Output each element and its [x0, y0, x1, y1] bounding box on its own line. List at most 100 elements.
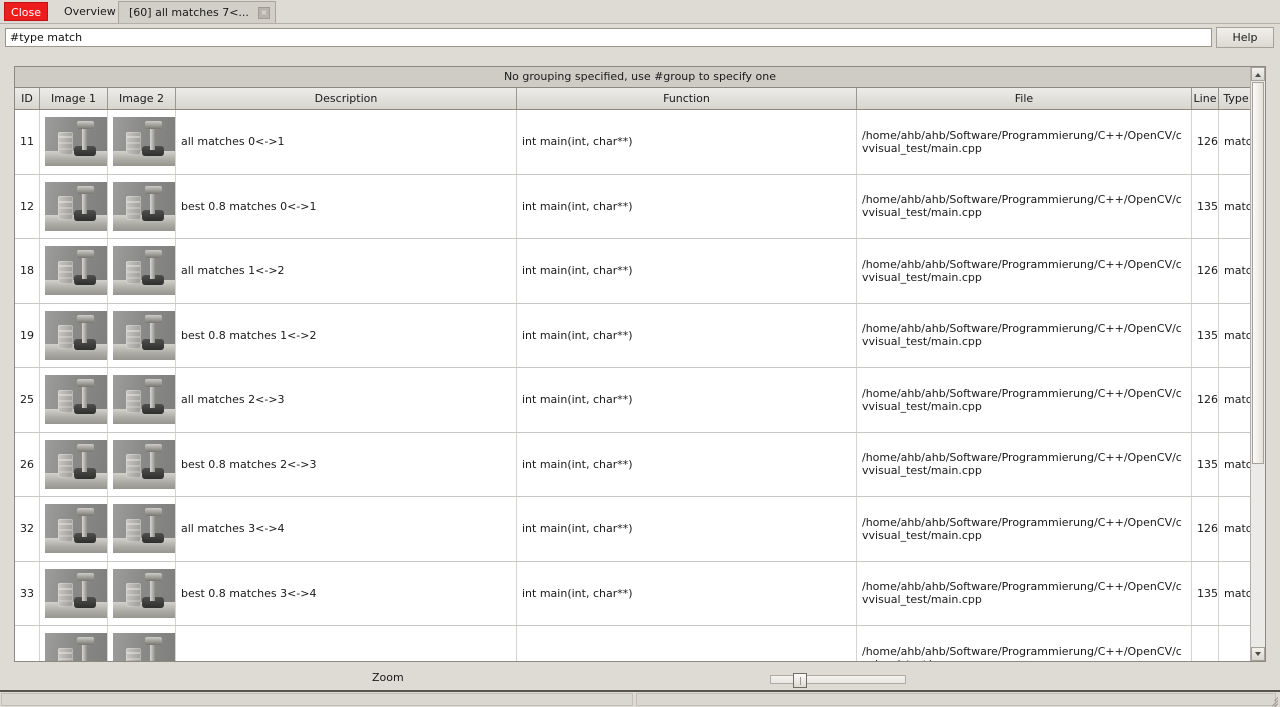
- match-thumbnail[interactable]: [45, 246, 107, 296]
- cell-file: /home/ahb/ahb/Software/Programmierung/C+…: [856, 561, 1192, 626]
- scrollbar-thumb[interactable]: [1252, 82, 1264, 464]
- cell-type: [1218, 625, 1253, 661]
- table-row[interactable]: 25 all matches 2<->3 int main(int, char**)…: [15, 367, 1253, 433]
- scroll-up-arrow-icon[interactable]: [1251, 67, 1265, 81]
- column-header-type[interactable]: Type: [1218, 88, 1253, 110]
- cell-image2[interactable]: [107, 561, 176, 626]
- cell-id: 25: [15, 367, 40, 433]
- cell-line: 135: [1191, 303, 1219, 368]
- vertical-scrollbar[interactable]: [1250, 67, 1265, 661]
- zoom-slider[interactable]: [770, 673, 906, 688]
- table-header-row: ID Image 1 Image 2 Description Function …: [15, 88, 1253, 110]
- cell-image2[interactable]: [107, 625, 176, 661]
- table-row[interactable]: 11 all matches 0<->1 int main(int, char**)…: [15, 109, 1253, 175]
- match-thumbnail[interactable]: [45, 439, 107, 489]
- table-row[interactable]: 19 best 0.8 matches 1<->2 int main(int, ch…: [15, 303, 1253, 368]
- column-header-line[interactable]: Line: [1191, 88, 1219, 110]
- cell-image1[interactable]: [39, 496, 108, 562]
- tab-all-matches[interactable]: [60] all matches 7<... ×: [118, 1, 276, 23]
- match-thumbnail[interactable]: [45, 633, 107, 661]
- cell-image2[interactable]: [107, 238, 176, 304]
- cell-line: 135: [1191, 174, 1219, 239]
- cell-function: int main(int, char**): [516, 303, 857, 368]
- cell-image2[interactable]: [107, 432, 176, 497]
- cell-type: match: [1218, 109, 1253, 175]
- cell-file: /home/ahb/ahb/Software/Programmierung/C+…: [856, 496, 1192, 562]
- cell-line: 135: [1191, 432, 1219, 497]
- match-thumbnail[interactable]: [113, 633, 175, 661]
- cell-image1[interactable]: [39, 174, 108, 239]
- cell-line: 126: [1191, 238, 1219, 304]
- cell-image1[interactable]: [39, 367, 108, 433]
- cell-image1[interactable]: [39, 561, 108, 626]
- cell-id: [15, 625, 40, 661]
- match-thumbnail[interactable]: [45, 117, 107, 167]
- table-row[interactable]: 33 best 0.8 matches 3<->4 int main(int, ch…: [15, 561, 1253, 626]
- cell-function: [516, 625, 857, 661]
- cell-image2[interactable]: [107, 367, 176, 433]
- cell-description: best 0.8 matches 1<->2: [175, 303, 517, 368]
- close-icon[interactable]: ×: [257, 7, 270, 19]
- cell-image1[interactable]: [39, 625, 108, 661]
- cell-image1[interactable]: [39, 432, 108, 497]
- cell-description: all matches 0<->1: [175, 109, 517, 175]
- scroll-down-arrow-icon[interactable]: [1251, 647, 1265, 661]
- cell-line: [1191, 625, 1219, 661]
- match-thumbnail[interactable]: [45, 375, 107, 425]
- cell-line: 135: [1191, 561, 1219, 626]
- column-header-file[interactable]: File: [856, 88, 1192, 110]
- column-header-image2[interactable]: Image 2: [107, 88, 176, 110]
- cell-file: /home/ahb/ahb/Software/Programmierung/C+…: [856, 238, 1192, 304]
- match-thumbnail[interactable]: [113, 310, 175, 360]
- table-row[interactable]: 18 all matches 1<->2 int main(int, char**)…: [15, 238, 1253, 304]
- match-thumbnail[interactable]: [45, 310, 107, 360]
- resize-grip-icon[interactable]: [1266, 694, 1279, 707]
- match-thumbnail[interactable]: [113, 246, 175, 296]
- column-header-image1[interactable]: Image 1: [39, 88, 108, 110]
- table-row[interactable]: 12 best 0.8 matches 0<->1 int main(int, ch…: [15, 174, 1253, 239]
- cell-line: 126: [1191, 109, 1219, 175]
- cell-function: int main(int, char**): [516, 174, 857, 239]
- column-header-description[interactable]: Description: [175, 88, 517, 110]
- status-bar: [0, 692, 1280, 707]
- cell-image2[interactable]: [107, 109, 176, 175]
- zoom-slider-handle[interactable]: [793, 673, 807, 688]
- match-thumbnail[interactable]: [45, 504, 107, 554]
- tab-overview[interactable]: Overview: [54, 1, 126, 23]
- cell-line: 126: [1191, 496, 1219, 562]
- close-button[interactable]: Close: [4, 2, 48, 21]
- cell-image2[interactable]: [107, 303, 176, 368]
- cell-function: int main(int, char**): [516, 238, 857, 304]
- cell-image1[interactable]: [39, 109, 108, 175]
- tab-overview-label: Overview: [64, 5, 116, 18]
- table-row[interactable]: 32 all matches 3<->4 int main(int, char**)…: [15, 496, 1253, 562]
- application-window: Close Overview [60] all matches 7<... × …: [0, 0, 1280, 707]
- cell-image2[interactable]: [107, 496, 176, 562]
- help-button[interactable]: Help: [1216, 27, 1274, 48]
- match-thumbnail[interactable]: [113, 375, 175, 425]
- match-thumbnail[interactable]: [113, 439, 175, 489]
- match-thumbnail[interactable]: [113, 504, 175, 554]
- cell-type: match: [1218, 561, 1253, 626]
- cell-image1[interactable]: [39, 238, 108, 304]
- cell-file: /home/ahb/ahb/Software/Programmierung/C+…: [856, 109, 1192, 175]
- cell-id: 19: [15, 303, 40, 368]
- table-row[interactable]: 26 best 0.8 matches 2<->3 int main(int, ch…: [15, 432, 1253, 497]
- cell-function: int main(int, char**): [516, 109, 857, 175]
- match-thumbnail[interactable]: [113, 568, 175, 618]
- cell-image1[interactable]: [39, 303, 108, 368]
- match-thumbnail[interactable]: [113, 117, 175, 167]
- cell-id: 26: [15, 432, 40, 497]
- zoom-bar: Zoom: [0, 664, 1280, 692]
- status-section-left: [1, 693, 633, 706]
- match-thumbnail[interactable]: [45, 568, 107, 618]
- table-row[interactable]: /home/ahb/ahb/Software/Programmierung/C+…: [15, 625, 1253, 661]
- cell-image2[interactable]: [107, 174, 176, 239]
- match-thumbnail[interactable]: [113, 181, 175, 231]
- column-header-function[interactable]: Function: [516, 88, 857, 110]
- column-header-id[interactable]: ID: [15, 88, 40, 110]
- grouping-notice: No grouping specified, use #group to spe…: [15, 67, 1265, 88]
- match-thumbnail[interactable]: [45, 181, 107, 231]
- filter-query-input[interactable]: [5, 28, 1212, 47]
- table-body: 11 all matches 0<->1 int main(int, char**)…: [15, 109, 1253, 661]
